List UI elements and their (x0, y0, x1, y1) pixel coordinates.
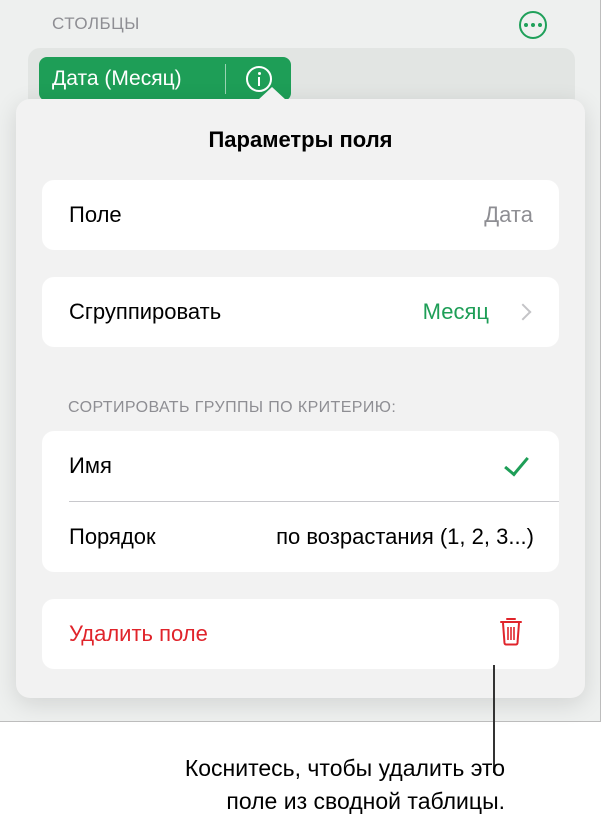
field-card: Поле Дата (42, 180, 559, 250)
trash-icon (499, 616, 523, 652)
callout-line-1: Коснитесь, чтобы удалить это (184, 755, 505, 781)
sort-order-value: по возрастания (1, 2, 3...) (276, 524, 534, 549)
delete-field-label: Удалить поле (69, 621, 208, 646)
popover-title: Параметры поля (208, 127, 393, 152)
field-options-popover: Параметры поля Поле Дата Сгруппировать М… (16, 87, 585, 698)
sort-name-row[interactable]: Имя (42, 431, 559, 501)
group-row[interactable]: Сгруппировать Месяц (42, 277, 559, 347)
more-icon[interactable] (519, 11, 547, 39)
field-row-value: Дата (484, 202, 533, 227)
chevron-right-icon (514, 303, 532, 321)
checkmark-icon (504, 450, 529, 476)
delete-field-button[interactable]: Удалить поле (42, 599, 559, 669)
field-row[interactable]: Поле Дата (42, 180, 559, 250)
callout-line-2: поле из сводной таблицы. (226, 788, 505, 814)
field-pill-date-month[interactable]: Дата (Месяц) (39, 57, 291, 101)
sort-order-row[interactable]: Порядок по возрастания (1, 2, 3...) (42, 502, 559, 572)
field-pill-label: Дата (Месяц) (52, 67, 182, 90)
callout-text: Коснитесь, чтобы удалить это поле из сво… (45, 752, 505, 818)
sort-card: Имя Порядок по возрастания (1, 2, 3...) (42, 431, 559, 572)
sort-name-label: Имя (69, 453, 112, 478)
group-card: Сгруппировать Месяц (42, 277, 559, 347)
columns-section-label: СТОЛБЦЫ (52, 14, 140, 33)
popover-arrow (258, 87, 286, 100)
group-row-value: Месяц (422, 299, 489, 324)
sort-section-header: СОРТИРОВАТЬ ГРУППЫ ПО КРИТЕРИЮ: (68, 399, 397, 416)
group-row-label: Сгруппировать (69, 299, 222, 324)
field-row-label: Поле (69, 202, 122, 227)
sort-order-label: Порядок (69, 524, 156, 549)
delete-card: Удалить поле (42, 599, 559, 669)
